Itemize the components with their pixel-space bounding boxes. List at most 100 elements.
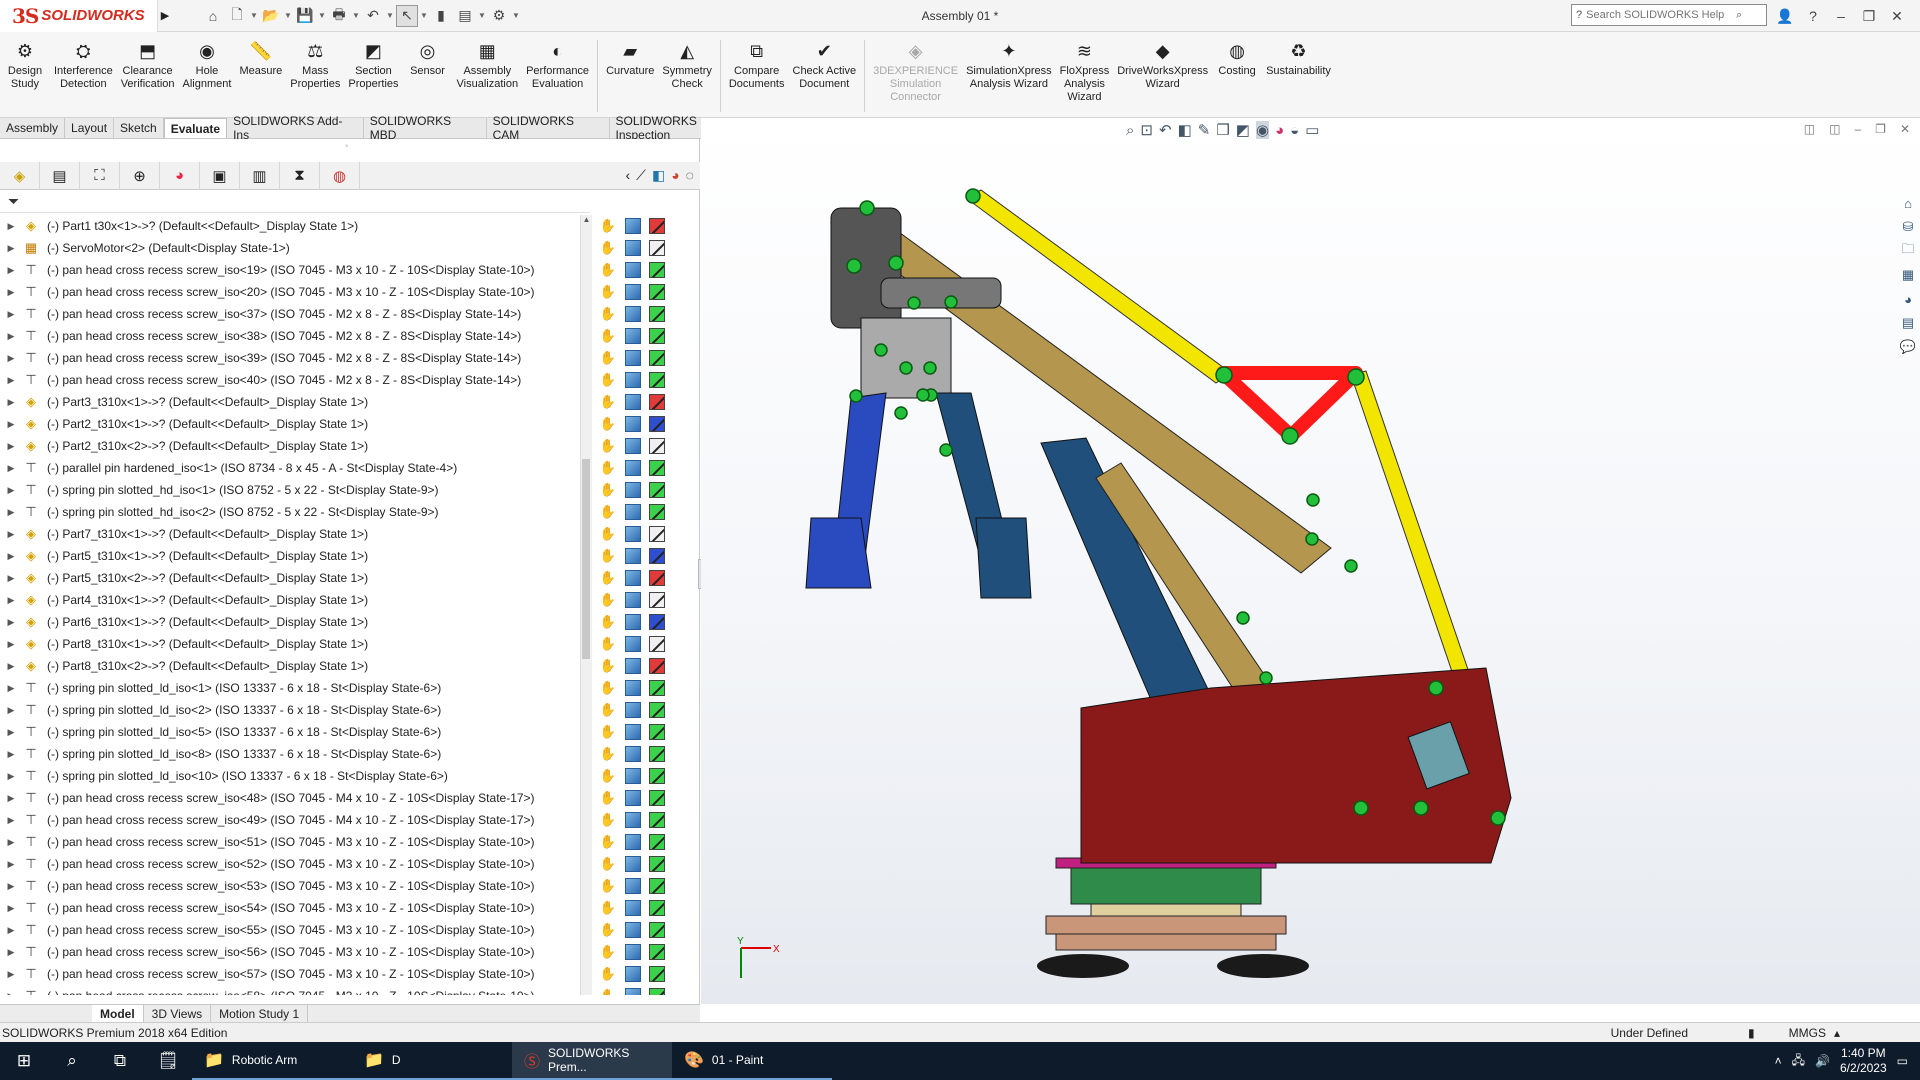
configuration-tab-icon[interactable]: ⛶ xyxy=(80,161,120,190)
hide-show-icon[interactable]: ✋ xyxy=(599,812,617,828)
notepad-icon[interactable]: 🗒 xyxy=(144,1042,192,1080)
hide-show-icon[interactable]: ✋ xyxy=(599,856,617,872)
display-mode-icon[interactable] xyxy=(625,944,641,960)
expand-arrow-icon[interactable]: ▶ xyxy=(0,507,22,518)
transparency-icon[interactable]: ◌ xyxy=(686,167,694,184)
expand-arrow-icon[interactable]: ▶ xyxy=(0,551,22,562)
tree-item[interactable]: ▶ ⊤ (-) pan head cross recess screw_iso<52… xyxy=(0,853,588,875)
display-manager-tab-icon[interactable]: ◕ xyxy=(160,161,200,190)
appearance-swatch-icon[interactable] xyxy=(649,284,665,300)
tree-item[interactable]: ▶ ⊤ (-) pan head cross recess screw_iso<20… xyxy=(0,281,588,303)
ribbon-button[interactable]: ✦ SimulationXpress Analysis Wizard xyxy=(962,40,1056,91)
appearance-swatch-icon[interactable] xyxy=(649,218,665,234)
hide-show-icon[interactable]: ✋ xyxy=(599,988,617,995)
appearance-swatch-icon[interactable] xyxy=(649,922,665,938)
tab-sketch[interactable]: Sketch xyxy=(114,118,164,138)
appearance-swatch-icon[interactable] xyxy=(649,394,665,410)
expand-arrow-icon[interactable]: ▶ xyxy=(0,815,22,826)
appearance-swatch-icon[interactable] xyxy=(649,812,665,828)
hide-show-icon[interactable]: ✋ xyxy=(599,834,617,850)
expand-arrow-icon[interactable]: ▶ xyxy=(0,683,22,694)
appearance-swatch-icon[interactable] xyxy=(649,460,665,476)
hide-show-icon[interactable]: ✋ xyxy=(599,900,617,916)
ribbon-button[interactable]: ◍ Costing xyxy=(1212,40,1262,78)
hide-show-icon[interactable]: ✋ xyxy=(599,636,617,652)
tree-item[interactable]: ▶ ⊤ (-) pan head cross recess screw_iso<39… xyxy=(0,347,588,369)
windows-start-icon[interactable]: ⊞ xyxy=(0,1042,48,1080)
expand-arrow-icon[interactable]: ▶ xyxy=(0,419,22,430)
tree-item[interactable]: ▶ ◈ (-) Part6_t310x<1>->? (Default<<Defaul… xyxy=(0,611,588,633)
display-mode-icon[interactable] xyxy=(625,504,641,520)
expand-arrow-icon[interactable]: ▶ xyxy=(0,375,22,386)
display-mode-icon[interactable] xyxy=(625,350,641,366)
appearance-swatch-icon[interactable] xyxy=(649,966,665,982)
rebuild-indicator-icon[interactable]: ▮ xyxy=(1748,1026,1755,1040)
tree-item[interactable]: ▶ ◈ (-) Part2_t310x<1>->? (Default<<Defaul… xyxy=(0,413,588,435)
hide-show-icon[interactable]: ✋ xyxy=(599,350,617,366)
appearance-swatch-icon[interactable] xyxy=(649,724,665,740)
display-mode-icon[interactable] xyxy=(625,702,641,718)
tree-item[interactable]: ▶ ⊤ (-) pan head cross recess screw_iso<53… xyxy=(0,875,588,897)
file-properties-icon[interactable]: ▤ xyxy=(454,5,476,27)
tree-item[interactable]: ▶ ◈ (-) Part1 t30x<1>->? (Default<<Default… xyxy=(0,215,588,237)
tab-solidworks-mbd[interactable]: SOLIDWORKS MBD xyxy=(363,114,487,142)
display-mode-icon[interactable] xyxy=(625,460,641,476)
display-mode-icon[interactable] xyxy=(625,922,641,938)
expand-arrow-icon[interactable]: ▶ xyxy=(0,969,22,980)
expand-arrow-icon[interactable]: ▶ xyxy=(0,925,22,936)
chevron-down-icon[interactable]: ▼ xyxy=(478,11,486,20)
ribbon-button[interactable]: ▦ Assembly Visualization xyxy=(453,40,523,91)
ribbon-button[interactable]: ⚙ Design Study xyxy=(0,40,50,91)
display-mode-icon[interactable] xyxy=(625,988,641,995)
hide-show-icon[interactable]: ✋ xyxy=(599,702,617,718)
expand-arrow-icon[interactable]: ▶ xyxy=(0,397,22,408)
hide-show-icon[interactable]: ✋ xyxy=(599,240,617,256)
chevron-down-icon[interactable]: ▼ xyxy=(250,11,258,20)
appearance-swatch-icon[interactable] xyxy=(649,702,665,718)
tree-item[interactable]: ▶ ⊤ (-) parallel pin hardened_iso<1> (ISO … xyxy=(0,457,588,479)
hide-show-icon[interactable]: ✋ xyxy=(599,284,617,300)
appearance-swatch-icon[interactable] xyxy=(649,680,665,696)
tree-item[interactable]: ▶ ◈ (-) Part2_t310x<2>->? (Default<<Defaul… xyxy=(0,435,588,457)
expand-arrow-icon[interactable]: ▶ xyxy=(0,661,22,672)
display-mode-icon[interactable] xyxy=(625,636,641,652)
hide-show-icon[interactable]: ✋ xyxy=(599,724,617,740)
new-document-icon[interactable]: 🗋 xyxy=(226,5,248,27)
display-mode-icon[interactable] xyxy=(625,438,641,454)
display-mode-icon[interactable] xyxy=(625,284,641,300)
tree-item[interactable]: ▶⊤ (-) pan head cross recess screw_iso<58… xyxy=(0,985,588,995)
appearance-swatch-icon[interactable] xyxy=(649,350,665,366)
appearance-swatch-icon[interactable] xyxy=(649,658,665,674)
expand-arrow-icon[interactable]: ▶ xyxy=(0,617,22,628)
display-mode-icon[interactable] xyxy=(625,790,641,806)
appearance-swatch-icon[interactable] xyxy=(649,856,665,872)
display-mode-icon[interactable] xyxy=(625,878,641,894)
display-mode-icon[interactable] xyxy=(625,526,641,542)
cam-feature-tab-icon[interactable]: ▣ xyxy=(200,161,240,190)
save-icon[interactable]: 💾 xyxy=(294,5,316,27)
tray-chevron-icon[interactable]: ˄ xyxy=(1775,1054,1782,1068)
appearance-swatch-icon[interactable] xyxy=(649,900,665,916)
ribbon-button[interactable]: ◐ Performance Evaluation xyxy=(522,40,593,91)
display-mode-icon[interactable] xyxy=(625,262,641,278)
ribbon-button[interactable]: ◉ Hole Alignment xyxy=(179,40,236,91)
appearance-swatch-icon[interactable] xyxy=(649,548,665,564)
hide-show-icon[interactable]: ✋ xyxy=(599,416,617,432)
tree-item[interactable]: ▶ ⊤ (-) spring pin slotted_ld_iso<1> (ISO … xyxy=(0,677,588,699)
tab-evaluate[interactable]: Evaluate xyxy=(163,118,228,138)
ribbon-button[interactable]: ▰ Curvature xyxy=(602,40,658,78)
hide-show-icon[interactable]: ✋ xyxy=(599,306,617,322)
hide-show-icon[interactable]: ✋ xyxy=(599,966,617,982)
display-mode-icon[interactable] xyxy=(625,834,641,850)
appearance-swatch-icon[interactable] xyxy=(649,416,665,432)
hide-show-icon[interactable]: ✋ xyxy=(599,768,617,784)
solidworks-logo[interactable]: 3S SOLIDWORKS xyxy=(0,0,158,32)
ribbon-button[interactable]: ♻ Sustainability xyxy=(1262,40,1335,78)
hide-show-icon[interactable]: ✋ xyxy=(599,504,617,520)
appearance-swatch-icon[interactable] xyxy=(649,878,665,894)
hide-show-icon[interactable]: ✋ xyxy=(599,328,617,344)
appearance-swatch-icon[interactable] xyxy=(649,306,665,322)
taskbar-search-icon[interactable]: ⌕ xyxy=(48,1042,96,1080)
clock[interactable]: 1:40 PM 6/2/2023 xyxy=(1840,1046,1887,1076)
chevron-down-icon[interactable]: ▼ xyxy=(386,11,394,20)
